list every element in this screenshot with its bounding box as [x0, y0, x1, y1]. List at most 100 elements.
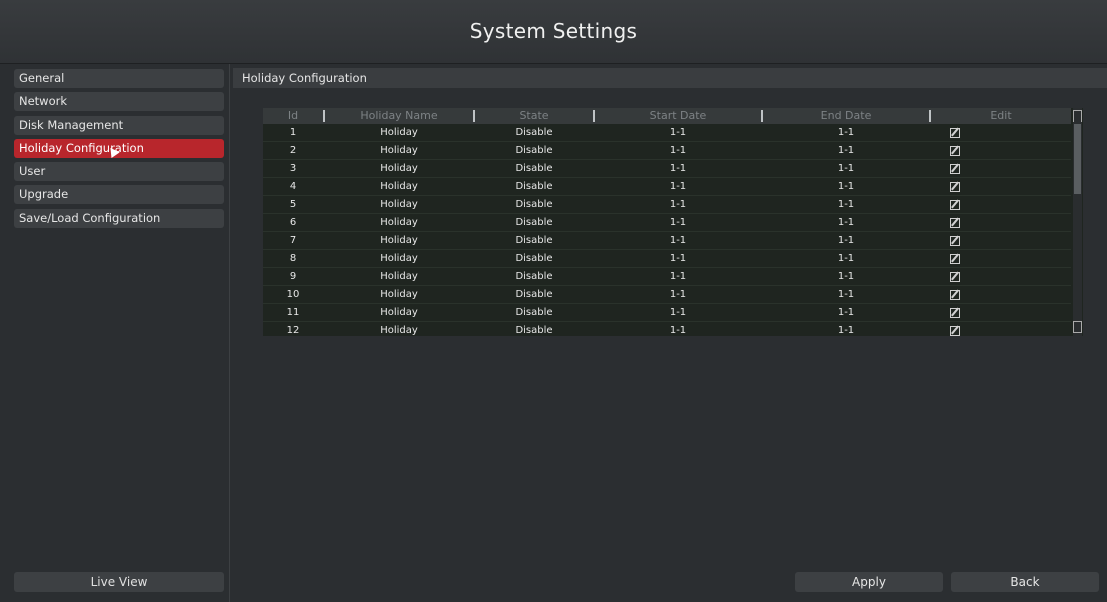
system-settings-window: System Settings General Network Disk Man… — [0, 0, 1107, 602]
cell-start-date: 1-1 — [669, 325, 687, 336]
table-row[interactable]: 1 Holiday Disable 1-1 1-1 — [263, 124, 1071, 142]
edit-icon[interactable] — [950, 236, 960, 246]
holiday-table: Id Holiday Name State Start Date End Dat… — [263, 108, 1083, 336]
cell-state: Disable — [515, 163, 553, 174]
cell-holiday-name: Holiday — [380, 271, 418, 282]
cell-holiday-name: Holiday — [380, 163, 418, 174]
sidebar-item-label: User — [19, 164, 46, 178]
table-row[interactable]: 4 Holiday Disable 1-1 1-1 — [263, 178, 1071, 196]
cell-holiday-name: Holiday — [380, 253, 418, 264]
table-row[interactable]: 12 Holiday Disable 1-1 1-1 — [263, 322, 1071, 336]
table-row[interactable]: 11 Holiday Disable 1-1 1-1 — [263, 304, 1071, 322]
cell-id: 8 — [289, 253, 297, 264]
sidebar-item-label: Holiday Configuration — [19, 141, 144, 155]
edit-icon[interactable] — [950, 308, 960, 318]
sidebar-item-label: Network — [19, 94, 68, 108]
table-header: Id Holiday Name State Start Date End Dat… — [263, 108, 1071, 124]
page-title: System Settings — [469, 19, 638, 43]
cell-id: 7 — [289, 235, 297, 246]
edit-icon[interactable] — [950, 218, 960, 228]
cell-state: Disable — [515, 145, 553, 156]
cell-state: Disable — [515, 307, 553, 318]
cell-state: Disable — [515, 217, 553, 228]
sidebar-item-label: Save/Load Configuration — [19, 211, 161, 225]
cell-id: 5 — [289, 199, 297, 210]
cell-id: 11 — [286, 307, 300, 318]
sidebar: General Network Disk Management Holiday … — [8, 64, 230, 602]
cell-start-date: 1-1 — [669, 163, 687, 174]
cell-state: Disable — [515, 127, 553, 138]
edit-icon[interactable] — [950, 182, 960, 192]
cell-holiday-name: Holiday — [380, 325, 418, 336]
column-header-edit: Edit — [990, 109, 1012, 122]
cell-start-date: 1-1 — [669, 235, 687, 246]
cell-holiday-name: Holiday — [380, 127, 418, 138]
apply-button[interactable]: Apply — [795, 572, 943, 592]
table-row[interactable]: 10 Holiday Disable 1-1 1-1 — [263, 286, 1071, 304]
cell-holiday-name: Holiday — [380, 217, 418, 228]
cell-id: 6 — [289, 217, 297, 228]
edit-icon[interactable] — [950, 200, 960, 210]
edit-icon[interactable] — [950, 254, 960, 264]
cell-start-date: 1-1 — [669, 271, 687, 282]
edit-icon[interactable] — [950, 128, 960, 138]
table-row[interactable]: 8 Holiday Disable 1-1 1-1 — [263, 250, 1071, 268]
cell-end-date: 1-1 — [837, 307, 855, 318]
edit-icon[interactable] — [950, 164, 960, 174]
table-row[interactable]: 9 Holiday Disable 1-1 1-1 — [263, 268, 1071, 286]
column-header-state: State — [519, 109, 549, 122]
cell-end-date: 1-1 — [837, 127, 855, 138]
cell-state: Disable — [515, 235, 553, 246]
edit-icon[interactable] — [950, 290, 960, 300]
scroll-thumb[interactable] — [1074, 124, 1081, 194]
cell-holiday-name: Holiday — [380, 199, 418, 210]
cell-holiday-name: Holiday — [380, 289, 418, 300]
sidebar-item-user[interactable]: User — [14, 162, 224, 181]
table-row[interactable]: 5 Holiday Disable 1-1 1-1 — [263, 196, 1071, 214]
sidebar-item-upgrade[interactable]: Upgrade — [14, 185, 224, 204]
cell-start-date: 1-1 — [669, 181, 687, 192]
cell-id: 4 — [289, 181, 297, 192]
sidebar-item-label: Disk Management — [19, 118, 124, 132]
back-button[interactable]: Back — [951, 572, 1099, 592]
sidebar-item-save-load-configuration[interactable]: Save/Load Configuration — [14, 209, 224, 228]
table-row[interactable]: 7 Holiday Disable 1-1 1-1 — [263, 232, 1071, 250]
table-row[interactable]: 6 Holiday Disable 1-1 1-1 — [263, 214, 1071, 232]
edit-icon[interactable] — [950, 146, 960, 156]
cell-end-date: 1-1 — [837, 145, 855, 156]
table-row[interactable]: 2 Holiday Disable 1-1 1-1 — [263, 142, 1071, 160]
cell-end-date: 1-1 — [837, 199, 855, 210]
scroll-down-button[interactable] — [1073, 321, 1082, 333]
sidebar-item-disk-management[interactable]: Disk Management — [14, 116, 224, 135]
cell-end-date: 1-1 — [837, 181, 855, 192]
column-header-end-date: End Date — [820, 109, 872, 122]
cell-start-date: 1-1 — [669, 307, 687, 318]
cell-start-date: 1-1 — [669, 253, 687, 264]
sidebar-item-network[interactable]: Network — [14, 92, 224, 111]
cell-state: Disable — [515, 253, 553, 264]
cell-holiday-name: Holiday — [380, 145, 418, 156]
cell-start-date: 1-1 — [669, 127, 687, 138]
edit-icon[interactable] — [950, 272, 960, 282]
cell-end-date: 1-1 — [837, 217, 855, 228]
cell-id: 9 — [289, 271, 297, 282]
edit-icon[interactable] — [950, 326, 960, 336]
sidebar-item-label: General — [19, 71, 65, 85]
live-view-button[interactable]: Live View — [14, 572, 224, 592]
table-scrollbar[interactable] — [1073, 108, 1082, 336]
section-header: Holiday Configuration — [233, 68, 1107, 88]
cell-id: 2 — [289, 145, 297, 156]
cell-id: 12 — [286, 325, 300, 336]
table-row[interactable]: 3 Holiday Disable 1-1 1-1 — [263, 160, 1071, 178]
cell-start-date: 1-1 — [669, 217, 687, 228]
cell-end-date: 1-1 — [837, 235, 855, 246]
scroll-up-button[interactable] — [1073, 110, 1082, 122]
sidebar-item-general[interactable]: General — [14, 69, 224, 88]
cell-holiday-name: Holiday — [380, 307, 418, 318]
cell-state: Disable — [515, 325, 553, 336]
sidebar-item-label: Upgrade — [19, 187, 69, 201]
cell-end-date: 1-1 — [837, 163, 855, 174]
title-bar: System Settings — [0, 0, 1107, 64]
cell-end-date: 1-1 — [837, 253, 855, 264]
sidebar-item-holiday-configuration[interactable]: Holiday Configuration — [14, 139, 224, 159]
